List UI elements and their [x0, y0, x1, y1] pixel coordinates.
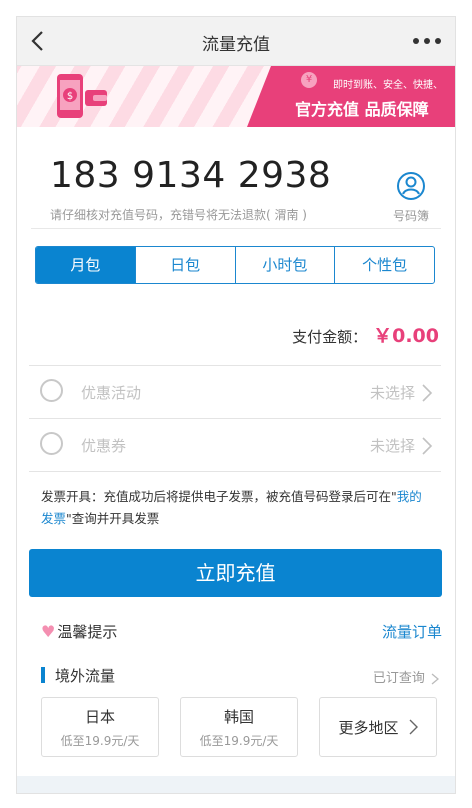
- region-price: 低至19.9元/天: [60, 734, 140, 748]
- region-name: 日本: [84, 708, 115, 726]
- payment-amount: 支付金额： ￥0.00: [292, 321, 439, 348]
- bottom-strip: [17, 776, 455, 793]
- region-card-korea[interactable]: 韩国 低至19.9元/天: [180, 697, 298, 757]
- chevron-right-icon: [422, 384, 433, 402]
- discount-activity-row[interactable]: 优惠活动 未选择: [29, 365, 441, 418]
- page-title: 流量充值: [202, 35, 270, 55]
- heart-icon: ♥: [41, 622, 56, 641]
- tab-custom[interactable]: 个性包: [334, 247, 434, 283]
- phone-section: 183 9134 2938 请仔细核对充值号码，充错号将无法退款( 渭南 ) 号…: [17, 127, 455, 229]
- region-name: 韩国: [223, 708, 254, 726]
- payment-label: 支付金额：: [292, 328, 368, 346]
- svg-text:$: $: [67, 91, 73, 102]
- region-price: 低至19.9元/天: [199, 734, 279, 748]
- data-orders-link[interactable]: 流量订单: [382, 621, 442, 642]
- divider: [31, 228, 441, 229]
- region-card-japan[interactable]: 日本 低至19.9元/天: [41, 697, 159, 757]
- recharge-button[interactable]: 立即充值: [29, 549, 442, 597]
- tips-label: 温馨提示: [57, 623, 118, 641]
- discount-activity-radio[interactable]: [40, 379, 63, 402]
- invoice-text-2: "查询并开具发票: [66, 511, 160, 526]
- app-frame: 流量充值 $ ¥ 即时到账、安全、快捷、 官方充值 品质保障 183 9134 …: [16, 16, 456, 794]
- chevron-right-icon: [431, 673, 439, 684]
- discount-activity-label: 优惠活动: [81, 384, 142, 402]
- phone-hint: 请仔细核对充值号码，充错号将无法退款( 渭南 ): [50, 208, 307, 222]
- yen-icon: ¥: [301, 72, 317, 88]
- contacts-button[interactable]: 号码簿: [381, 171, 441, 224]
- more-icon[interactable]: [411, 31, 443, 51]
- phone-number-input[interactable]: 183 9134 2938: [50, 155, 331, 196]
- banner-title: 官方充值 品质保障: [295, 100, 429, 119]
- section-marker: [41, 667, 45, 683]
- banner-subtitle: 即时到账、安全、快捷、: [333, 80, 443, 91]
- discount-activity-value: 未选择: [369, 384, 415, 402]
- payment-value: ￥0.00: [373, 325, 439, 347]
- banner-slogan-panel: ¥ 即时到账、安全、快捷、 官方充值 品质保障: [247, 66, 455, 127]
- ordered-query-label: 已订查询: [372, 671, 425, 686]
- coupon-row[interactable]: 优惠券 未选择: [29, 418, 441, 471]
- coupon-radio[interactable]: [40, 432, 63, 455]
- more-regions-label: 更多地区: [338, 719, 399, 737]
- invoice-text-1: 发票开具：充值成功后将提供电子发票，被充值号码登录后可在": [41, 489, 397, 504]
- tips-section[interactable]: ♥ 温馨提示: [41, 621, 117, 642]
- tab-daily[interactable]: 日包: [134, 247, 235, 283]
- contacts-label: 号码簿: [392, 209, 429, 223]
- invoice-notice: 发票开具：充值成功后将提供电子发票，被充值号码登录后可在"我的发票"查询并开具发…: [41, 486, 433, 530]
- divider: [29, 471, 441, 472]
- coupon-value: 未选择: [369, 437, 415, 455]
- package-tabs: 月包 日包 小时包 个性包: [35, 246, 435, 284]
- more-regions-card[interactable]: 更多地区: [319, 697, 437, 757]
- ordered-query-link[interactable]: 已订查询: [373, 667, 439, 686]
- promo-banner[interactable]: $ ¥ 即时到账、安全、快捷、 官方充值 品质保障: [17, 66, 455, 127]
- coupon-label: 优惠券: [81, 437, 127, 455]
- contacts-icon: [397, 172, 425, 200]
- tab-monthly[interactable]: 月包: [36, 247, 135, 283]
- tab-hourly[interactable]: 小时包: [234, 247, 335, 283]
- nav-bar: 流量充值: [17, 17, 455, 66]
- overseas-title: 境外流量: [55, 667, 116, 685]
- phone-wallet-icon: $: [57, 74, 107, 118]
- chevron-right-icon: [422, 437, 433, 455]
- chevron-right-icon: [409, 719, 418, 735]
